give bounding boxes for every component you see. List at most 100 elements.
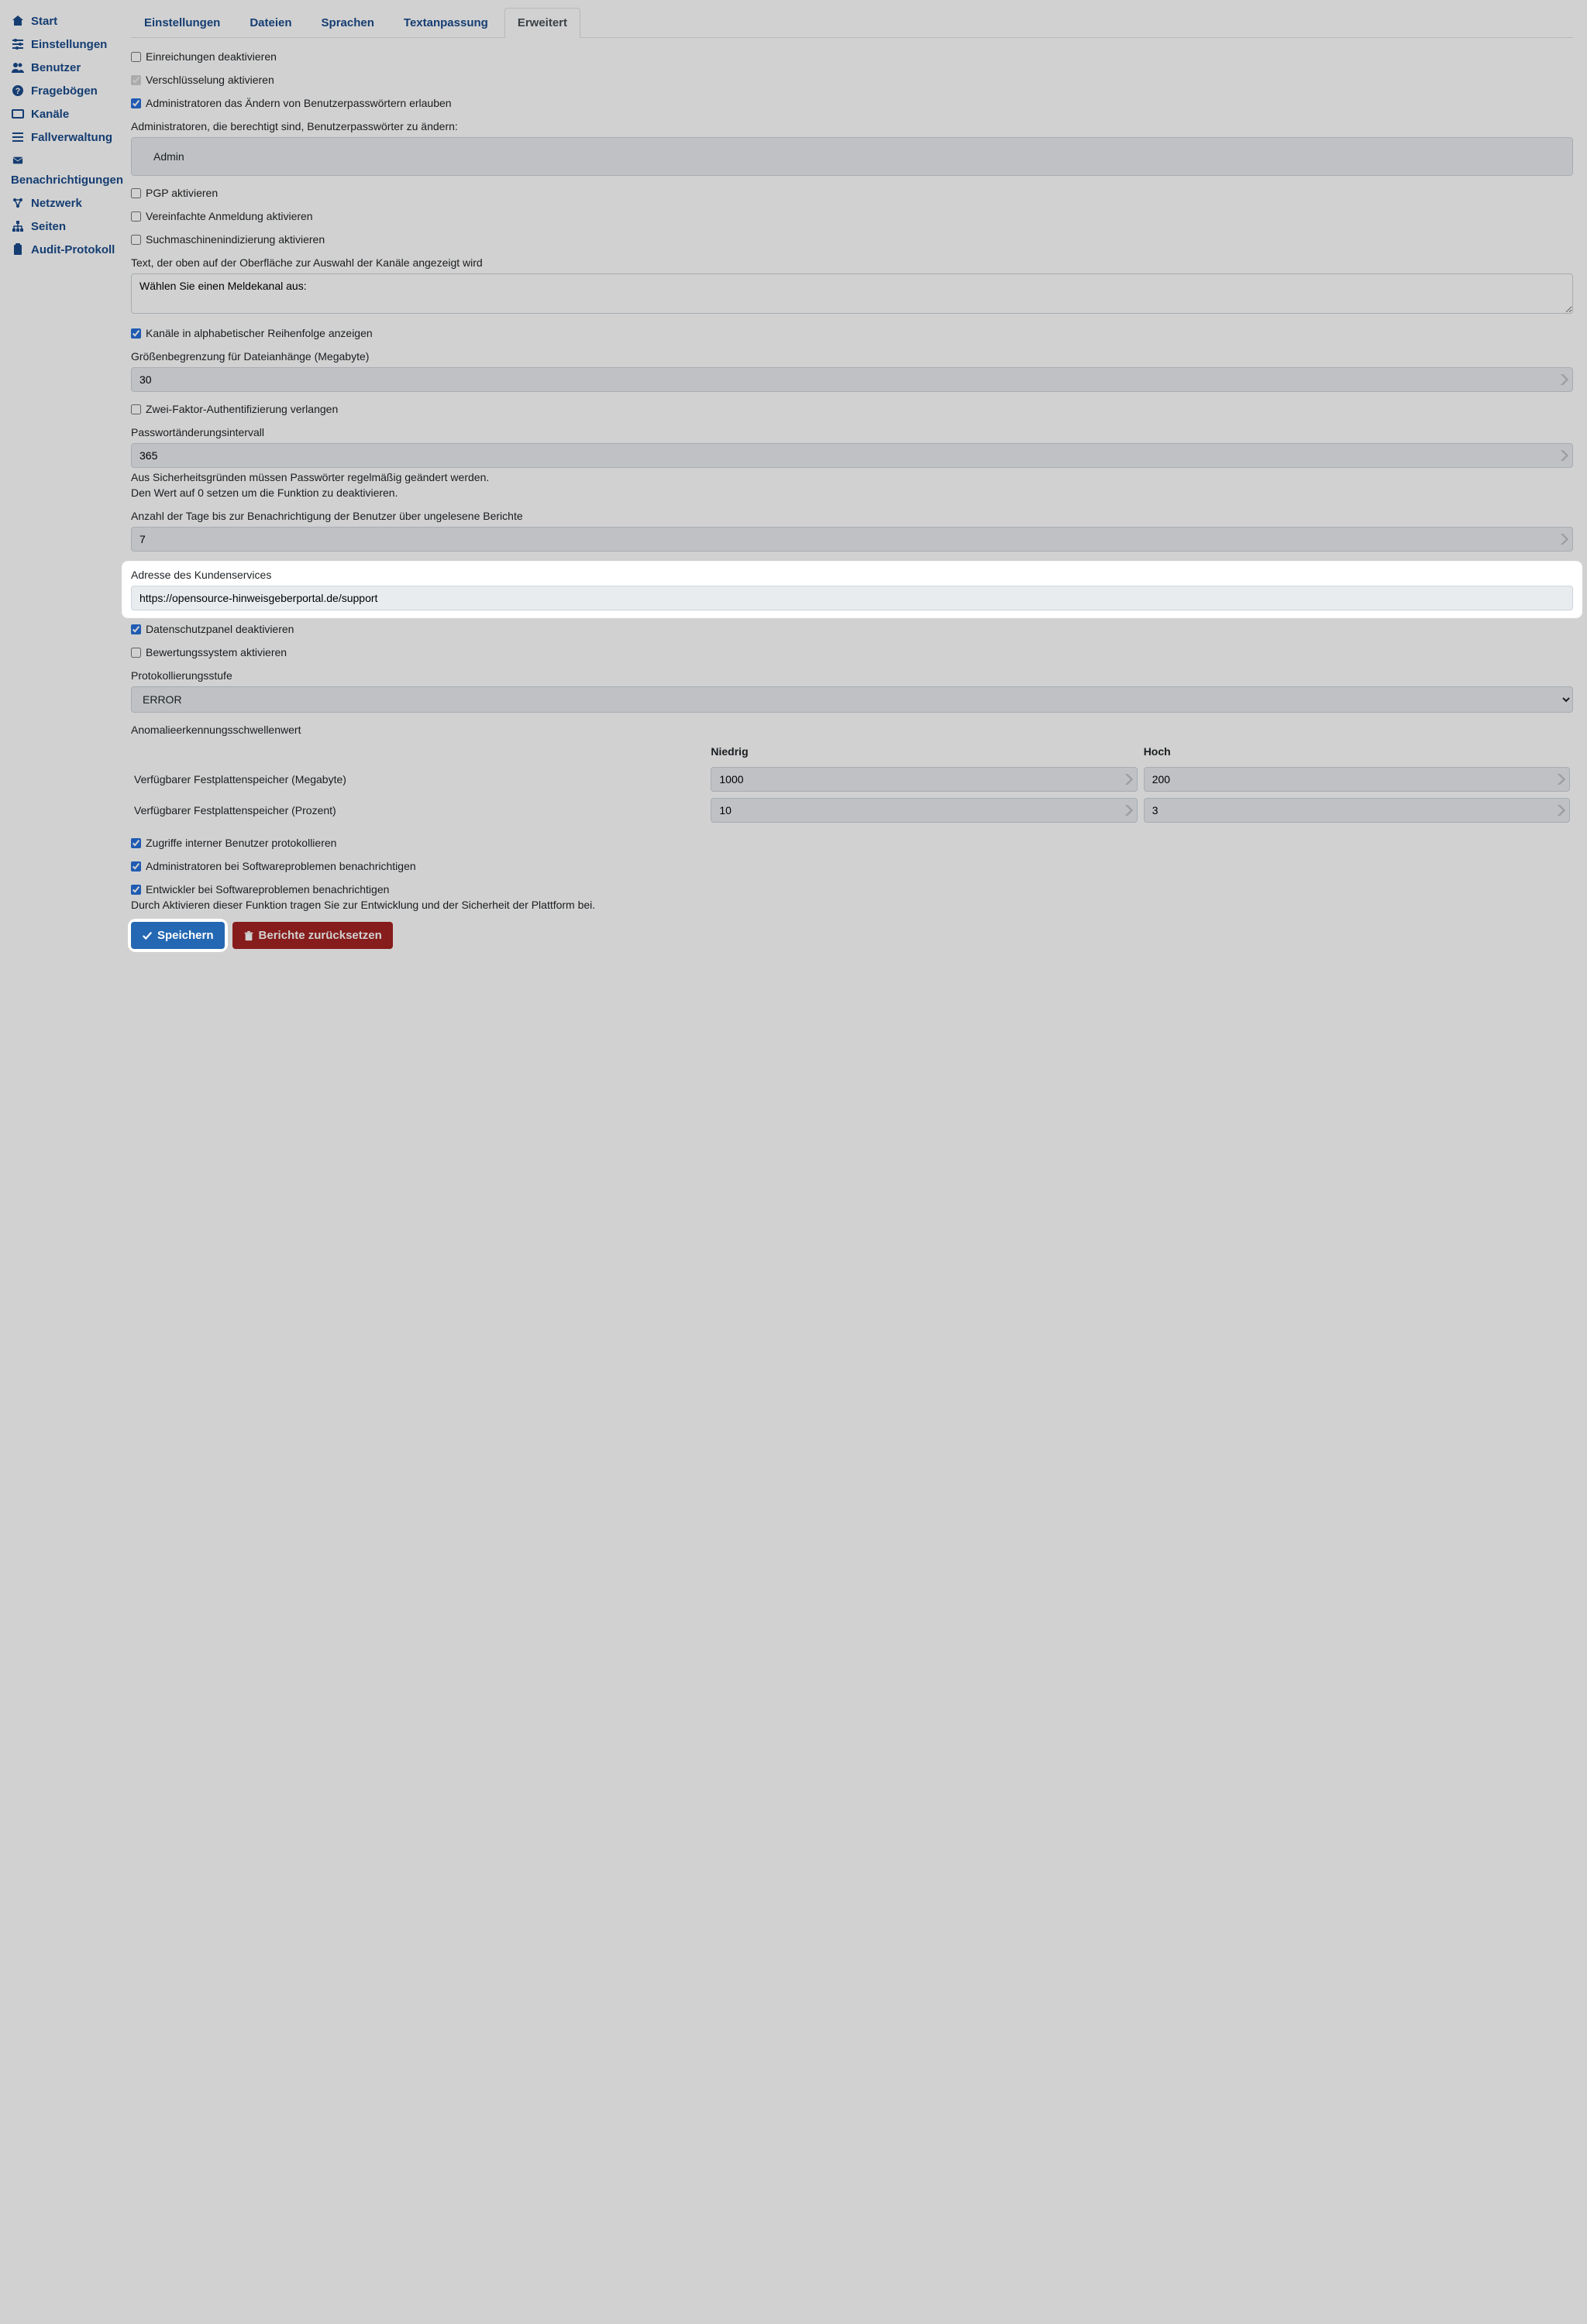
tab-textanpassung[interactable]: Textanpassung [391, 8, 501, 37]
table-row: Verfügbarer Festplattenspeicher (Prozent… [131, 795, 1573, 826]
enable-pgp-checkbox[interactable] [131, 188, 141, 198]
reset-reports-button[interactable]: Berichte zurücksetzen [232, 922, 393, 949]
sidebar-item-benutzer[interactable]: Benutzer [11, 56, 120, 79]
sidebar-item-label: Netzwerk [31, 197, 82, 210]
tab-erweitert[interactable]: Erweitert [504, 8, 580, 37]
reset-reports-label: Berichte zurücksetzen [259, 929, 382, 942]
custodian-highlight: Adresse des Kundenservices [123, 562, 1581, 617]
log-internal-checkbox[interactable] [131, 838, 141, 848]
notify-devs-label: Entwickler bei Softwareproblemen benachr… [146, 883, 389, 896]
save-button[interactable]: Speichern [131, 922, 225, 949]
anomaly-mb-high-input[interactable] [1144, 767, 1570, 792]
custodian-input[interactable] [131, 586, 1573, 610]
sidebar: Start Einstellungen Benutzer ? Frageböge… [0, 0, 120, 2324]
question-icon: ? [11, 84, 25, 98]
anomaly-row-label: Verfügbarer Festplattenspeicher (Megabyt… [131, 764, 707, 795]
home-icon [11, 14, 25, 28]
notify-admins-checkbox[interactable] [131, 861, 141, 871]
sidebar-item-start[interactable]: Start [11, 9, 120, 33]
unread-days-label: Anzahl der Tage bis zur Benachrichtigung… [131, 510, 1573, 522]
users-icon [11, 60, 25, 74]
log-internal-label: Zugriffe interner Benutzer protokolliere… [146, 837, 336, 849]
save-button-label: Speichern [157, 929, 214, 942]
anomaly-table: Niedrig Hoch Verfügbarer Festplattenspei… [131, 741, 1573, 826]
sidebar-item-label: Einstellungen [31, 38, 107, 51]
sitemap-icon [11, 219, 25, 233]
pw-interval-help1: Aus Sicherheitsgründen müssen Passwörter… [131, 471, 1573, 483]
require-2fa-label: Zwei-Faktor-Authentifizierung verlangen [146, 403, 338, 415]
sidebar-item-label: Start [31, 15, 57, 28]
simplified-login-checkbox[interactable] [131, 211, 141, 222]
tab-sprachen[interactable]: Sprachen [308, 8, 387, 37]
pw-interval-label: Passwortänderungsintervall [131, 426, 1573, 438]
cloud-icon [11, 196, 25, 210]
notify-devs-checkbox[interactable] [131, 885, 141, 895]
anomaly-pct-low-input[interactable] [711, 798, 1137, 823]
sidebar-item-seiten[interactable]: Seiten [11, 215, 120, 238]
inbox-icon [11, 107, 25, 121]
sidebar-item-label: Audit-Protokoll [31, 243, 115, 256]
channel-text-input[interactable]: Wählen Sie einen Meldekanal aus: [131, 273, 1573, 314]
disable-submissions-checkbox[interactable] [131, 52, 141, 62]
admins-allowed-box[interactable]: Admin [131, 137, 1573, 176]
require-2fa-checkbox[interactable] [131, 404, 141, 414]
table-row: Verfügbarer Festplattenspeicher (Megabyt… [131, 764, 1573, 795]
list-icon [11, 130, 25, 144]
log-level-select[interactable]: ERROR [131, 686, 1573, 713]
sidebar-item-frageboegen[interactable]: ? Fragebögen [11, 79, 120, 102]
custodian-label: Adresse des Kundenservices [131, 569, 1573, 581]
channel-text-label: Text, der oben auf der Oberfläche zur Au… [131, 256, 1573, 269]
attachment-size-input[interactable] [131, 367, 1573, 392]
tabs: Einstellungen Dateien Sprachen Textanpas… [131, 8, 1573, 38]
allow-admin-pwchange-label: Administratoren das Ändern von Benutzerp… [146, 97, 452, 109]
anomaly-col-low: Niedrig [707, 741, 1140, 764]
channels-alpha-label: Kanäle in alphabetischer Reihenfolge anz… [146, 327, 373, 339]
pw-interval-help2: Den Wert auf 0 setzen um die Funktion zu… [131, 486, 1573, 499]
notify-devs-help: Durch Aktivieren dieser Funktion tragen … [131, 899, 1573, 911]
sidebar-item-label: Benutzer [31, 61, 81, 74]
admins-allowed-label: Administratoren, die berechtigt sind, Be… [131, 120, 1573, 132]
svg-text:?: ? [15, 87, 21, 96]
disable-submissions-label: Einreichungen deaktivieren [146, 50, 277, 63]
sliders-icon [11, 37, 25, 51]
anomaly-mb-low-input[interactable] [711, 767, 1137, 792]
tab-einstellungen[interactable]: Einstellungen [131, 8, 233, 37]
anomaly-pct-high-input[interactable] [1144, 798, 1570, 823]
sidebar-item-label: Kanäle [31, 108, 69, 121]
main-content: Einstellungen Dateien Sprachen Textanpas… [120, 0, 1587, 2324]
sidebar-item-label: Fragebögen [31, 84, 98, 98]
notify-admins-label: Administratoren bei Softwareproblemen be… [146, 860, 416, 872]
envelope-icon [11, 153, 25, 167]
enable-scoring-label: Bewertungssystem aktivieren [146, 646, 287, 658]
check-icon [142, 930, 153, 941]
sidebar-item-label: Seiten [31, 220, 66, 233]
enable-encryption-label: Verschlüsselung aktivieren [146, 74, 274, 86]
anomaly-label: Anomalieerkennungsschwellenwert [131, 724, 1573, 736]
disable-privacy-panel-checkbox[interactable] [131, 624, 141, 634]
anomaly-col-high: Hoch [1141, 741, 1573, 764]
enable-scoring-checkbox[interactable] [131, 648, 141, 658]
sidebar-item-netzwerk[interactable]: Netzwerk [11, 191, 120, 215]
sidebar-item-fallverwaltung[interactable]: Fallverwaltung [11, 125, 120, 149]
enable-encryption-checkbox [131, 75, 141, 85]
log-level-label: Protokollierungsstufe [131, 669, 1573, 682]
allow-admin-pwchange-checkbox[interactable] [131, 98, 141, 108]
anomaly-row-label: Verfügbarer Festplattenspeicher (Prozent… [131, 795, 707, 826]
channels-alpha-checkbox[interactable] [131, 328, 141, 339]
tab-dateien[interactable]: Dateien [236, 8, 305, 37]
pw-interval-input[interactable] [131, 443, 1573, 468]
unread-days-input[interactable] [131, 527, 1573, 552]
disable-privacy-panel-label: Datenschutzpanel deaktivieren [146, 623, 294, 635]
attachment-size-label: Größenbegrenzung für Dateianhänge (Megab… [131, 350, 1573, 363]
search-indexing-checkbox[interactable] [131, 235, 141, 245]
sidebar-item-label: Fallverwaltung [31, 131, 112, 144]
sidebar-item-einstellungen[interactable]: Einstellungen [11, 33, 120, 56]
simplified-login-label: Vereinfachte Anmeldung aktivieren [146, 210, 313, 222]
clipboard-icon [11, 242, 25, 256]
sidebar-item-benachrichtigungen[interactable]: Benachrichtigungen [11, 149, 120, 191]
sidebar-item-audit[interactable]: Audit-Protokoll [11, 238, 120, 261]
sidebar-item-kanaele[interactable]: Kanäle [11, 102, 120, 125]
sidebar-item-label: Benachrichtigungen [11, 174, 120, 187]
search-indexing-label: Suchmaschinenindizierung aktivieren [146, 233, 325, 246]
trash-icon [243, 930, 254, 941]
